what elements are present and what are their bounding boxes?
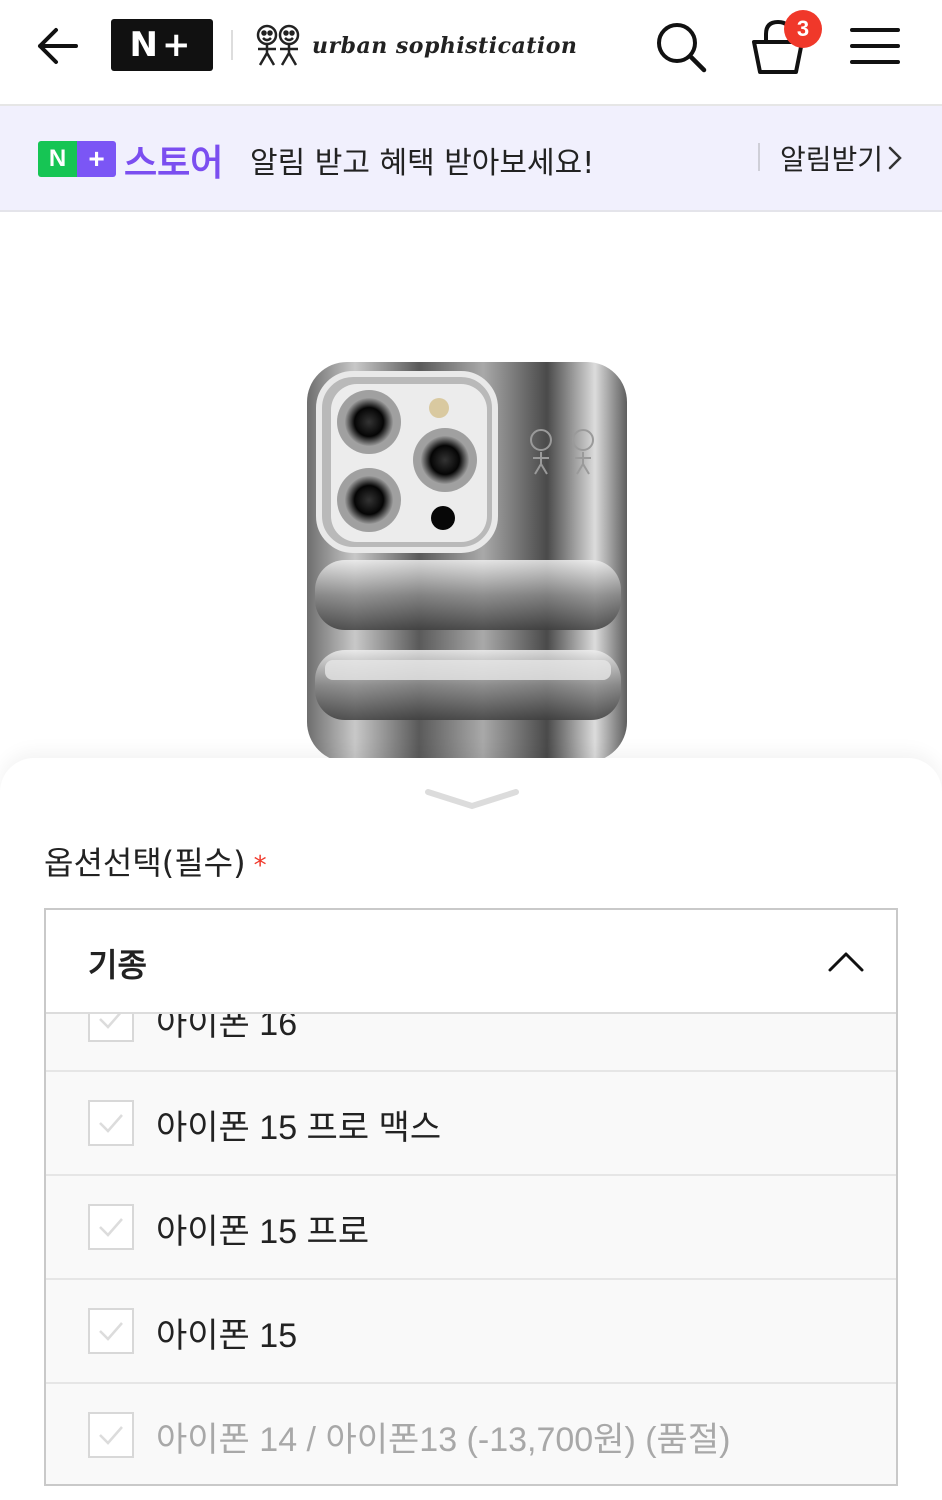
badge-n: N: [38, 141, 77, 177]
phone-case-image: [307, 362, 627, 762]
option-label: 아이폰 14 / 아이폰13 (-13,700원) (품절): [156, 1421, 731, 1459]
store-label: 스토어: [124, 143, 224, 184]
arrow-left-icon: [38, 28, 78, 64]
checkbox[interactable]: [88, 1412, 134, 1458]
naver-plus-logo[interactable]: N+: [111, 19, 213, 71]
checkbox[interactable]: [88, 1204, 134, 1250]
badge-plus: +: [77, 141, 116, 177]
banner-divider: [758, 143, 760, 171]
search-icon: [657, 23, 707, 73]
check-icon: [99, 1114, 123, 1133]
search-button[interactable]: [652, 18, 710, 76]
list-item[interactable]: 아이폰 15 프로 맥스: [46, 1072, 896, 1176]
naver-plus-badge: N +: [38, 141, 116, 177]
option-section-title: 옵션선택(필수) *: [44, 838, 267, 884]
sheet-collapse-handle[interactable]: [424, 786, 520, 814]
header-divider: [231, 30, 233, 60]
brand-logo[interactable]: urban sophistication: [252, 20, 577, 72]
checkbox[interactable]: [88, 1308, 134, 1354]
model-option-list: 아이폰 16 아이폰 15 프로 맥스 아이폰 15 프로 아이폰 15 아이폰…: [46, 968, 896, 1484]
list-item-sold-out[interactable]: 아이폰 14 / 아이폰13 (-13,700원) (품절): [46, 1384, 896, 1484]
list-item[interactable]: 아이폰 15 프로: [46, 1176, 896, 1280]
top-header: N+ urban sophistication 3: [0, 0, 942, 106]
brand-mascot-icon: [256, 24, 300, 66]
option-label: 아이폰 15 프로 맥스: [156, 1109, 442, 1147]
product-photo[interactable]: [305, 360, 631, 764]
chevron-right-icon: [888, 146, 902, 170]
hamburger-menu-icon: [850, 28, 900, 64]
back-button[interactable]: [32, 22, 84, 70]
check-icon: [99, 1218, 123, 1237]
dropdown-header[interactable]: 기종: [46, 910, 896, 1014]
option-label: 아이폰 15 프로: [156, 1213, 370, 1251]
menu-button[interactable]: [846, 22, 904, 70]
cart-button[interactable]: 3: [748, 10, 822, 76]
banner-message: 알림 받고 혜택 받아보세요!: [250, 146, 595, 181]
alarm-subscribe-link[interactable]: 알림받기: [780, 138, 903, 178]
option-title-text: 옵션선택(필수): [44, 844, 246, 882]
model-select-dropdown: 아이폰 16 아이폰 15 프로 맥스 아이폰 15 프로 아이폰 15 아이폰…: [44, 908, 898, 1486]
dropdown-label: 기종: [88, 946, 147, 984]
required-mark: *: [253, 851, 267, 881]
list-item[interactable]: 아이폰 15: [46, 1280, 896, 1384]
alarm-link-label: 알림받기: [780, 143, 884, 176]
brand-name: urban sophistication: [312, 33, 578, 59]
chevron-down-icon: [425, 789, 519, 810]
check-icon: [99, 1426, 123, 1445]
check-icon: [99, 1322, 123, 1341]
chevron-up-icon: [828, 952, 864, 972]
option-label: 아이폰 15: [156, 1317, 298, 1355]
checkbox[interactable]: [88, 1100, 134, 1146]
cart-count-badge: 3: [784, 10, 822, 48]
